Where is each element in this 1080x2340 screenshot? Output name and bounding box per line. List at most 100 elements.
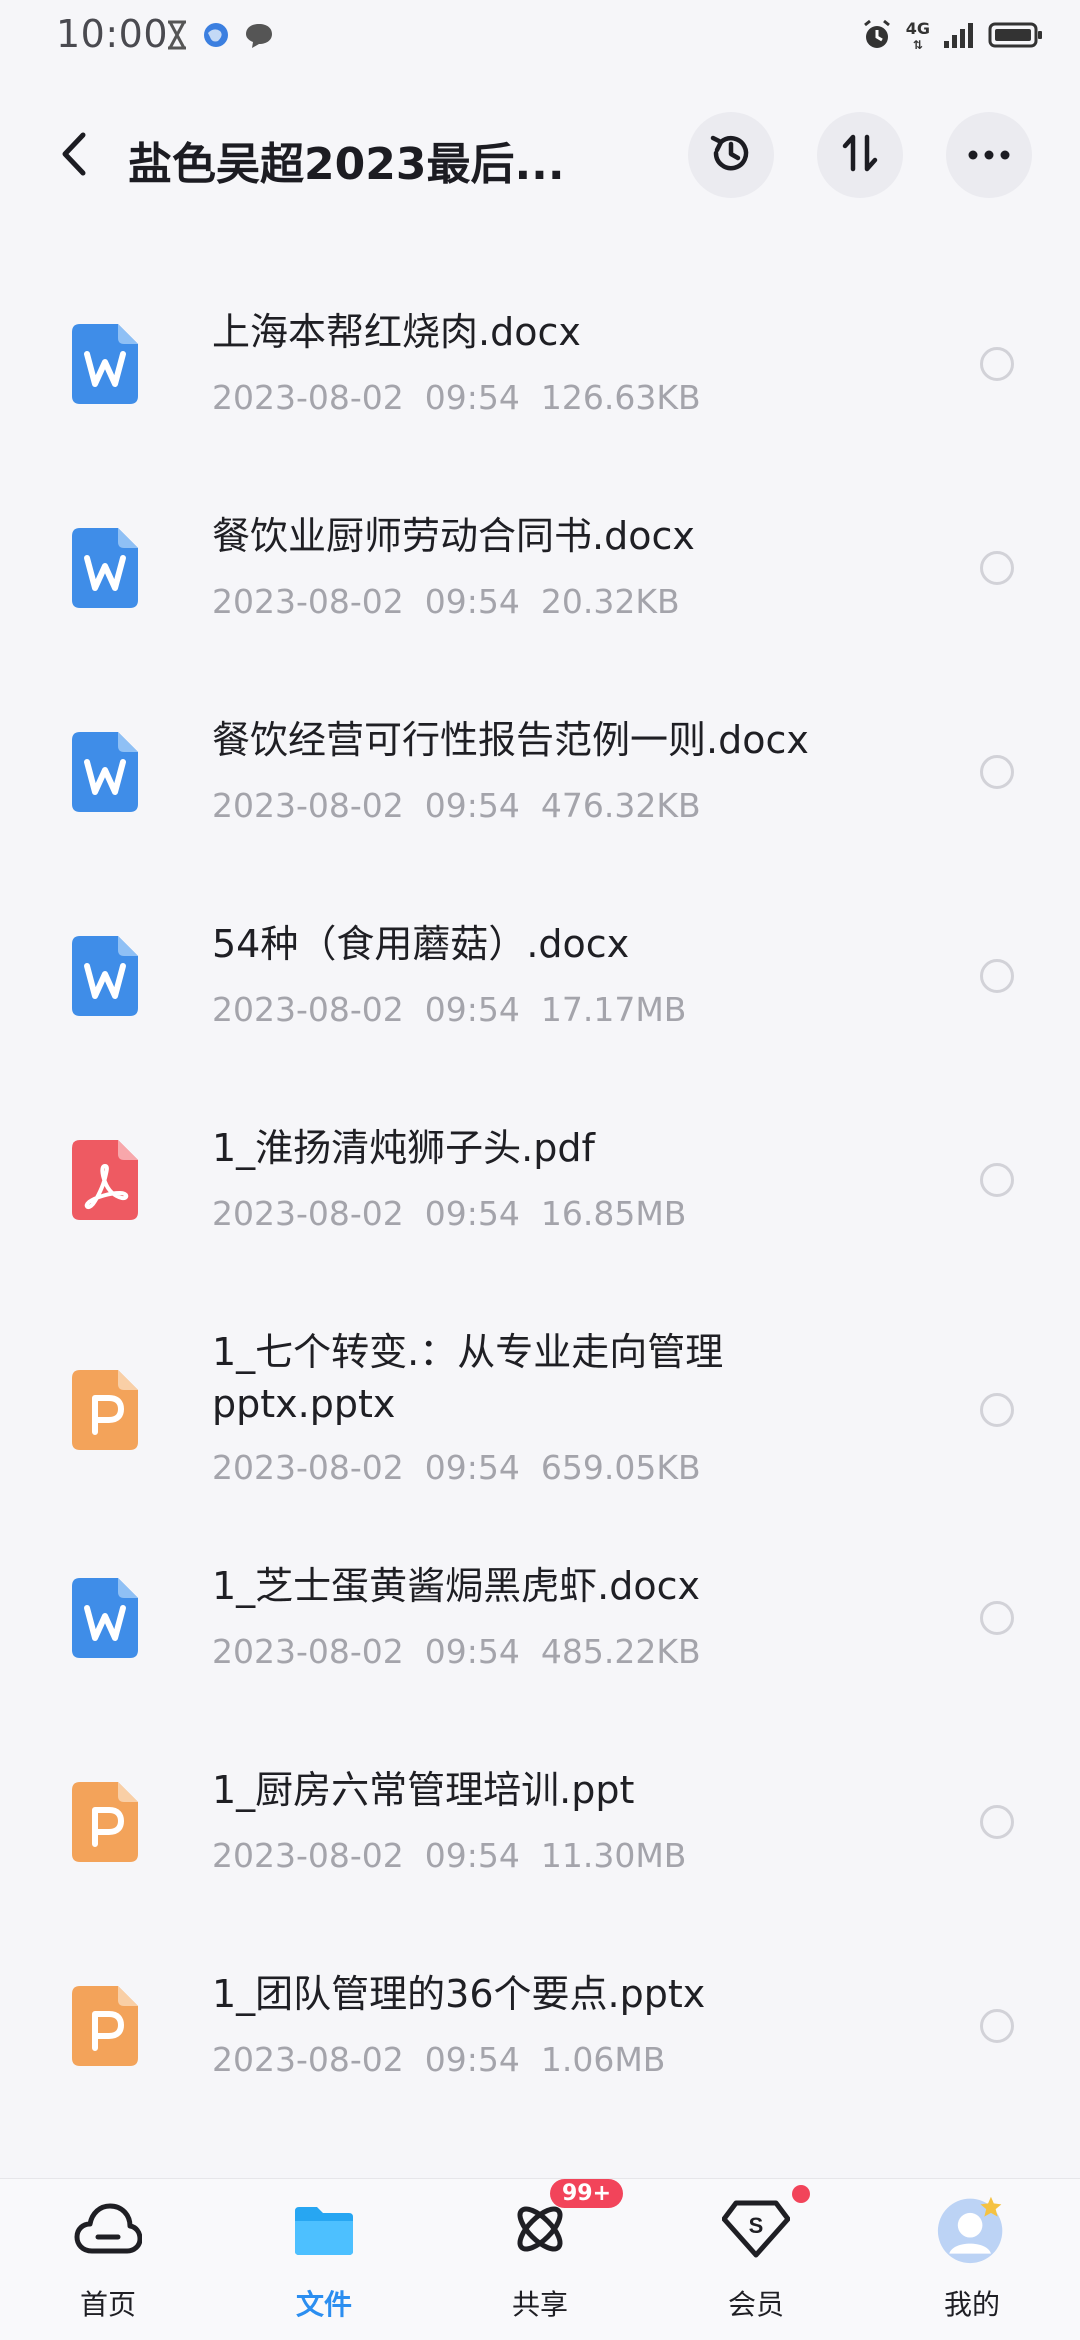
nav-item-vip[interactable]: S 会员: [681, 2185, 831, 2333]
file-meta: 2023-08-02 09:54 476.32KB: [212, 786, 701, 825]
nav-item-home[interactable]: 首页: [33, 2193, 183, 2333]
folder-icon: [288, 2193, 360, 2265]
file-meta: 2023-08-02 09:54 20.32KB: [212, 582, 680, 621]
battery-icon: [988, 21, 1044, 53]
file-date: 2023-08-02: [212, 1632, 404, 1671]
file-time: 09:54: [424, 1836, 520, 1875]
back-button[interactable]: [42, 124, 106, 188]
file-item[interactable]: 54种（食用蘑菇）.docx 2023-08-02 09:54 17.17MB: [0, 874, 1080, 1054]
header-bar: 盐色吴超2023最后...: [0, 100, 1080, 212]
file-time: 09:54: [424, 786, 520, 825]
file-name: 54种（食用蘑菇）.docx: [212, 922, 630, 966]
file-size: 11.30MB: [540, 1836, 687, 1875]
file-item[interactable]: 餐饮业厨师劳动合同书.docx 2023-08-02 09:54 20.32KB: [0, 466, 1080, 646]
file-item[interactable]: 1_厨房六常管理培训.ppt 2023-08-02 09:54 11.30MB: [0, 1738, 1080, 1918]
select-checkbox[interactable]: [980, 1393, 1014, 1427]
file-meta: 2023-08-02 09:54 659.05KB: [212, 1448, 701, 1487]
avatar-icon: [936, 2193, 1008, 2265]
file-item[interactable]: 上海本帮红烧肉.docx 2023-08-02 09:54 126.63KB: [0, 262, 1080, 442]
file-date: 2023-08-02: [212, 1448, 404, 1487]
file-date: 2023-08-02: [212, 1836, 404, 1875]
file-time: 09:54: [424, 2040, 520, 2079]
chevron-left-icon: [59, 131, 89, 181]
cloud-home-icon: [72, 2193, 144, 2265]
file-item[interactable]: 1_淮扬清炖狮子头.pdf 2023-08-02 09:54 16.85MB: [0, 1078, 1080, 1258]
share-badge: 99+: [550, 2179, 624, 2208]
ppt-file-icon: [72, 1986, 138, 2066]
more-options-button[interactable]: [946, 112, 1032, 198]
status-right-icons: 4G ⇅: [860, 18, 1044, 56]
file-name: 餐饮业厨师劳动合同书.docx: [212, 514, 695, 558]
file-meta: 2023-08-02 09:54 1.06MB: [212, 2040, 665, 2079]
hourglass-icon: [166, 20, 188, 54]
nav-label-share: 共享: [511, 2288, 568, 2321]
file-time: 09:54: [424, 1632, 520, 1671]
select-checkbox[interactable]: [980, 959, 1014, 993]
history-clock-icon: [707, 129, 755, 181]
word-file-icon: [72, 528, 138, 608]
file-date: 2023-08-02: [212, 990, 404, 1029]
network-type: 4G ⇅: [906, 21, 930, 53]
file-name: 1_芝士蛋黄酱焗黑虎虾.docx: [212, 1564, 701, 1608]
nav-label-home: 首页: [79, 2288, 136, 2321]
file-item[interactable]: 1_七个转变.：从专业走向管理pptx.pptx 2023-08-02 09:5…: [0, 1282, 1080, 1510]
select-checkbox[interactable]: [980, 755, 1014, 789]
file-time: 09:54: [424, 990, 520, 1029]
file-size: 485.22KB: [540, 1632, 701, 1671]
file-name: 1_淮扬清炖狮子头.pdf: [212, 1126, 595, 1170]
file-date: 2023-08-02: [212, 582, 404, 621]
select-checkbox[interactable]: [980, 1601, 1014, 1635]
alarm-clock-icon: [860, 18, 894, 56]
file-time: 09:54: [424, 1194, 520, 1233]
folder-title: 盐色吴超2023最后...: [128, 139, 565, 190]
status-bar: 10:00 4G ⇅: [0, 0, 1080, 80]
file-meta: 2023-08-02 09:54 17.17MB: [212, 990, 686, 1029]
history-button[interactable]: [688, 112, 774, 198]
sort-button[interactable]: [817, 112, 903, 198]
file-meta: 2023-08-02 09:54 485.22KB: [212, 1632, 701, 1671]
file-time: 09:54: [424, 1448, 520, 1487]
file-meta: 2023-08-02 09:54 16.85MB: [212, 1194, 686, 1233]
select-checkbox[interactable]: [980, 347, 1014, 381]
file-name: 上海本帮红烧肉.docx: [212, 310, 581, 354]
file-item[interactable]: 1_芝士蛋黄酱焗黑虎虾.docx 2023-08-02 09:54 485.22…: [0, 1534, 1080, 1714]
globe-app-icon: [202, 21, 230, 53]
file-date: 2023-08-02: [212, 1194, 404, 1233]
status-time: 10:00: [56, 12, 169, 56]
file-date: 2023-08-02: [212, 2040, 404, 2079]
ppt-file-icon: [72, 1370, 138, 1450]
file-size: 20.32KB: [540, 582, 680, 621]
pdf-file-icon: [72, 1140, 138, 1220]
file-size: 17.17MB: [540, 990, 687, 1029]
file-meta: 2023-08-02 09:54 11.30MB: [212, 1836, 686, 1875]
nav-item-profile[interactable]: 我的: [897, 2193, 1047, 2333]
bottom-nav: 首页 文件 99+ 共享 S 会员 我的: [0, 2178, 1080, 2340]
nav-label-vip: 会员: [727, 2288, 784, 2321]
select-checkbox[interactable]: [980, 1805, 1014, 1839]
status-left-icons: [166, 20, 274, 54]
app-root: 10:00 4G ⇅ 盐色吴超2023最后... 上海本帮红烧肉.docx 20…: [0, 0, 1080, 2340]
file-time: 09:54: [424, 582, 520, 621]
select-checkbox[interactable]: [980, 551, 1014, 585]
file-name: 餐饮经营可行性报告范例一则.docx: [212, 718, 809, 762]
vip-notification-dot: [792, 2185, 810, 2203]
file-name: 1_厨房六常管理培训.ppt: [212, 1768, 635, 1812]
file-name: 1_团队管理的36个要点.pptx: [212, 1972, 706, 2016]
nav-item-files[interactable]: 文件: [249, 2193, 399, 2333]
data-arrows-icon: ⇅: [912, 38, 923, 52]
select-checkbox[interactable]: [980, 2009, 1014, 2043]
word-file-icon: [72, 936, 138, 1016]
chat-bubble-icon: [244, 21, 274, 53]
file-item[interactable]: 1_团队管理的36个要点.pptx 2023-08-02 09:54 1.06M…: [0, 1942, 1080, 2122]
file-name: 1_七个转变.：从专业走向管理pptx.pptx: [212, 1330, 724, 1426]
file-date: 2023-08-02: [212, 786, 404, 825]
nav-item-share[interactable]: 99+ 共享: [465, 2179, 624, 2333]
word-file-icon: [72, 732, 138, 812]
file-item[interactable]: 餐饮经营可行性报告范例一则.docx 2023-08-02 09:54 476.…: [0, 670, 1080, 850]
file-size: 476.32KB: [540, 786, 701, 825]
file-date: 2023-08-02: [212, 378, 404, 417]
nav-label-profile: 我的: [943, 2288, 1000, 2321]
word-file-icon: [72, 1578, 138, 1658]
ppt-file-icon: [72, 1782, 138, 1862]
select-checkbox[interactable]: [980, 1163, 1014, 1197]
